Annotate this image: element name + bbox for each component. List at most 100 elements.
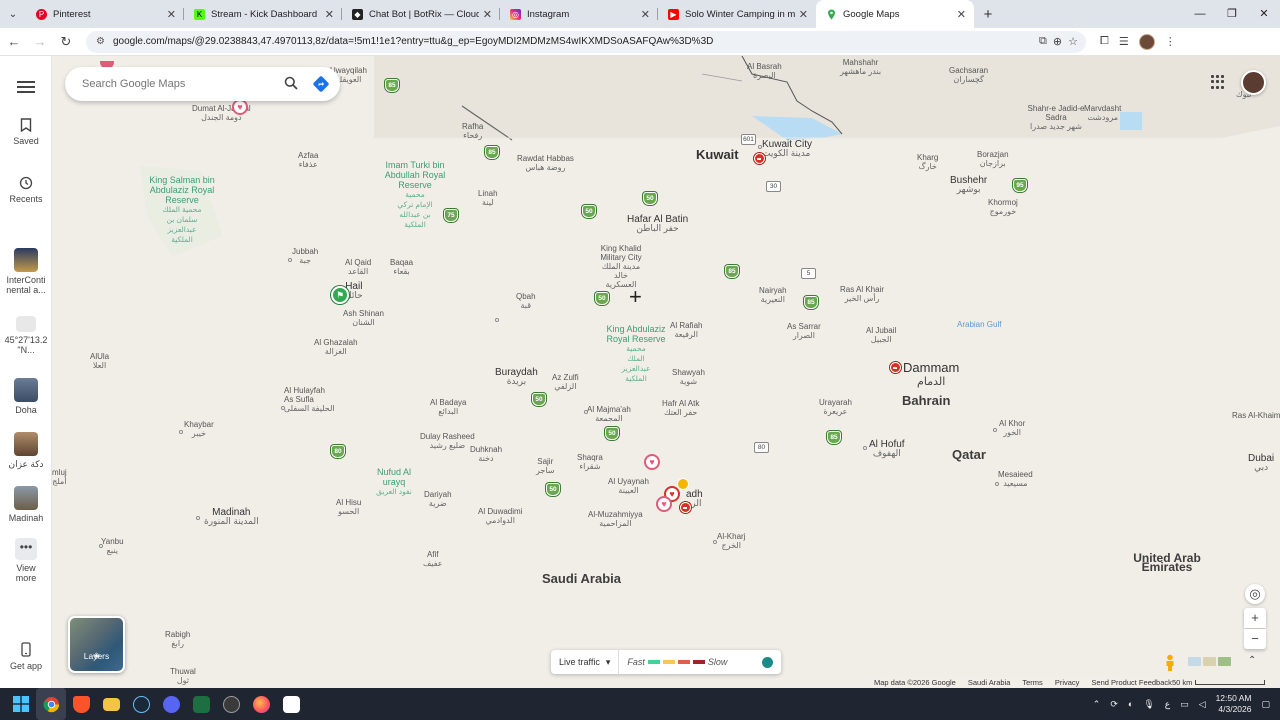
app-taskbar-icon[interactable] <box>216 688 246 720</box>
zoom-icon[interactable]: ⊕ <box>1053 35 1062 48</box>
new-tab-icon[interactable]: + <box>974 6 1002 23</box>
close-tab-icon[interactable]: ✕ <box>957 8 966 21</box>
favorite-pin-heart-icon[interactable]: ♥ <box>232 99 248 115</box>
map-label[interactable]: Shahr-e Jadid-e Sadra شهر جدید صدرا <box>1026 104 1086 131</box>
map-label[interactable]: Al Rafiah الرفيعة <box>670 321 702 339</box>
map-label[interactable]: Jubbah جبة <box>292 247 318 265</box>
reading-list-icon[interactable]: ☰ <box>1119 35 1129 48</box>
search-input[interactable] <box>82 78 276 90</box>
map-label[interactable]: Gachsaran گچساران <box>949 66 988 84</box>
close-window-icon[interactable]: ✕ <box>1248 0 1280 28</box>
city-label-madinah[interactable]: Madinah المدينة المنورة <box>204 508 259 526</box>
tab-search-chevron-icon[interactable]: ⌄ <box>0 0 26 28</box>
profile-avatar-icon[interactable] <box>1138 33 1155 50</box>
street-view-pegman-icon[interactable] <box>1163 654 1177 672</box>
map-label[interactable]: Al Qaid القاعد <box>345 258 371 276</box>
map-label[interactable]: Sajir ساجر <box>536 457 555 475</box>
city-label-bushehr[interactable]: Bushehr بوشهر <box>950 176 987 194</box>
google-apps-grid-icon[interactable] <box>1211 75 1225 89</box>
install-app-icon[interactable]: ⧉ <box>1039 35 1047 48</box>
browser-menu-icon[interactable]: ⋮ <box>1165 35 1176 48</box>
map-label[interactable]: Borazjan برازجان <box>977 150 1009 168</box>
live-traffic-dropdown[interactable]: Live traffic ▾ <box>551 650 620 674</box>
map-label[interactable]: Al Majma'ah المجمعة <box>587 405 631 423</box>
country-label-kuwait[interactable]: Kuwait <box>696 148 739 162</box>
firefox-taskbar-icon[interactable] <box>246 688 276 720</box>
map-label[interactable]: Al-Muzahmiyya المزاحمية <box>588 510 643 528</box>
tray-app-icon[interactable]: ◐ <box>1128 699 1133 709</box>
country-label-saudi-arabia[interactable]: Saudi Arabia <box>542 572 621 585</box>
map-label[interactable]: Al Hulayfah As Sufla الحليفة السفلى <box>284 386 335 413</box>
tab-pinterest[interactable]: P Pinterest ✕ <box>26 0 184 28</box>
map-scale[interactable]: 50 km <box>1172 678 1266 687</box>
map-label[interactable]: As Sarrar الصرار <box>787 322 821 340</box>
tab-youtube[interactable]: ▶ Solo Winter Camping in my Sup ✕ <box>658 0 816 28</box>
map-label[interactable]: Al Uyaynah العيينة <box>608 477 649 495</box>
close-tab-icon[interactable]: ✕ <box>799 8 808 21</box>
zoom-out-button[interactable]: − <box>1244 629 1266 649</box>
address-bar[interactable]: ⚙ google.com/maps/@29.0238843,47.4970113… <box>86 30 1086 53</box>
sidebar-item-recent-place[interactable]: دكة عزان <box>0 432 52 469</box>
reserve-label-king-abdulaziz[interactable]: King Abdulaziz Royal Reserve محمية الملك … <box>604 324 668 384</box>
city-label-al-hofuf[interactable]: Al Hofuf الهفوف <box>869 440 905 458</box>
map-label[interactable]: Al Hisu الحسو <box>336 498 361 516</box>
sidebar-item-recent-place[interactable]: 45°27'13.2 "N... <box>0 316 52 355</box>
map-type-thumb[interactable] <box>1218 657 1231 666</box>
map-label[interactable]: Baqaa بقعاء <box>390 258 413 276</box>
reserve-label-king-salman[interactable]: King Salman bin Abdulaziz Royal Reserve م… <box>145 175 219 245</box>
tray-app-icon[interactable]: ⟳ <box>1110 699 1118 710</box>
country-label-bahrain[interactable]: Bahrain <box>902 394 950 407</box>
steam-taskbar-icon[interactable] <box>126 688 156 720</box>
directions-icon[interactable] <box>310 73 332 95</box>
map-label[interactable]: Yanbu ينبع <box>101 537 124 555</box>
city-label-hafar[interactable]: Hafar Al Batin حفر الباطن <box>627 215 688 233</box>
sidebar-item-get-app[interactable]: Get app <box>0 642 52 671</box>
map-label[interactable]: Afif عفيف <box>423 550 443 568</box>
map-label[interactable]: Rabigh رابغ <box>165 630 190 648</box>
map-label[interactable]: Hafr Al Atk حفر العتك <box>662 399 699 417</box>
sidebar-item-recent-place[interactable]: Madinah <box>0 486 52 523</box>
discord-taskbar-icon[interactable] <box>156 688 186 720</box>
map-canvas[interactable]: Uwayqilah العويقلة Dumat Al-Jandal دومة ال… <box>52 56 1280 688</box>
map-type-thumbnails[interactable] <box>1188 657 1231 666</box>
input-language[interactable]: ع <box>1165 699 1170 710</box>
expand-chevron-icon[interactable]: ⌃ <box>1248 655 1256 666</box>
map-label[interactable]: Al-Kharj الخرج <box>717 532 745 550</box>
menu-hamburger-icon[interactable] <box>17 78 35 96</box>
map-label[interactable]: Nairyah النعيرية <box>759 286 787 304</box>
layers-button[interactable]: ◈ Layers <box>68 616 125 673</box>
star-pin-icon[interactable] <box>677 478 689 490</box>
city-label-kuwait-city[interactable]: Kuwait City مدينة الكويت <box>762 140 812 158</box>
city-label-dammam[interactable]: Dammam الدمام <box>903 361 959 389</box>
reserve-label-imam-turki[interactable]: Imam Turki bin Abdullah Royal Reserve محم… <box>382 160 448 230</box>
close-tab-icon[interactable]: ✕ <box>641 8 650 21</box>
feedback-link[interactable]: Send Product Feedback <box>1091 678 1171 688</box>
map-label[interactable]: Ash Shinan الشنان <box>343 309 384 327</box>
map-label[interactable]: Az Zulfi الزلفي <box>552 373 579 391</box>
brave-taskbar-icon[interactable] <box>66 688 96 720</box>
tab-botrix[interactable]: ◆ Chat Bot | BotRix — Cloud Stre ✕ <box>342 0 500 28</box>
volume-icon[interactable]: ◁ <box>1199 699 1206 710</box>
forward-icon[interactable]: → <box>28 30 52 54</box>
map-label[interactable]: Ras Al-Khaim <box>1232 411 1280 420</box>
microphone-icon[interactable]: 🎙 <box>1143 699 1154 710</box>
close-tab-icon[interactable]: ✕ <box>167 8 176 21</box>
reload-icon[interactable]: ↻ <box>54 30 78 54</box>
saved-place-pin[interactable] <box>754 153 765 164</box>
map-label[interactable]: Rawdat Habbas روضة هباس <box>517 154 574 172</box>
country-link[interactable]: Saudi Arabia <box>968 678 1011 688</box>
close-tab-icon[interactable]: ✕ <box>483 8 492 21</box>
map-label[interactable]: Al Basrah البصرة <box>747 62 782 80</box>
privacy-link[interactable]: Privacy <box>1055 678 1080 688</box>
map-label[interactable]: Azfaa عذفاء <box>298 151 318 169</box>
restore-icon[interactable]: ❐ <box>1216 0 1248 28</box>
flag-pin-icon[interactable]: ⚑ <box>331 286 349 304</box>
traffic-toggle[interactable] <box>762 656 773 668</box>
minimize-icon[interactable]: — <box>1184 0 1216 28</box>
map-label[interactable]: Al Badaya البدائع <box>430 398 466 416</box>
map-label[interactable]: Shaqra شقراء <box>577 453 603 471</box>
map-label[interactable]: Al Duwadimi الدوادمي <box>478 507 522 525</box>
map-label[interactable]: Al Khor الخور <box>999 419 1025 437</box>
map-label[interactable]: Al Ghazalah الغزالة <box>314 338 358 356</box>
excel-taskbar-icon[interactable] <box>186 688 216 720</box>
